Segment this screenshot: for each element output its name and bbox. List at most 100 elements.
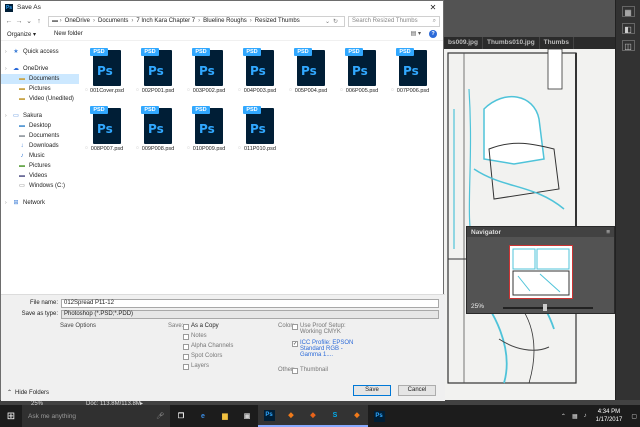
edge-icon[interactable]: e <box>192 405 214 427</box>
photoshop-app-icon: Ps <box>5 3 13 12</box>
sync-status-icon: ◌ <box>85 87 88 93</box>
file-item[interactable]: PSD Ps ◌ 004P003.psd <box>236 48 284 102</box>
app-ps2-icon[interactable]: Ps <box>368 405 390 427</box>
file-item[interactable]: PSD Ps ◌ 007P006.psd <box>389 48 437 102</box>
icc-profile-checkbox[interactable]: ✓ ICC Profile: EPSON Standard RGB - Gamma 1… <box>292 340 353 358</box>
help-icon[interactable]: ? <box>429 30 437 38</box>
file-item[interactable]: PSD Ps ◌ 005P004.psd <box>287 48 335 102</box>
expand-chevron-icon[interactable]: › <box>5 113 12 119</box>
back-arrow-icon[interactable]: ← <box>4 18 14 25</box>
nav-item[interactable]: ▬ Pictures <box>1 161 79 171</box>
forward-arrow-icon[interactable]: → <box>14 18 24 25</box>
zoom-slider-handle[interactable] <box>543 304 547 311</box>
photoshop-icon[interactable]: Ps <box>258 405 280 427</box>
expand-chevron-icon[interactable]: › <box>5 66 12 72</box>
nav-item[interactable]: ▬ Documents <box>1 131 79 141</box>
breadcrumb-item[interactable]: 7 Inch Kara Chapter 7 <box>136 18 195 24</box>
expand-chevron-icon[interactable]: › <box>5 200 12 206</box>
taskbar-clock[interactable]: 4:34 PM 1/17/2017 <box>596 408 623 424</box>
document-canvas[interactable] <box>444 49 615 400</box>
nav-item[interactable]: ↓ Downloads <box>1 141 79 151</box>
windows-start-icon[interactable]: ⊞ <box>0 405 22 427</box>
nav-item[interactable]: ▬ Pictures <box>1 84 79 94</box>
nav-item[interactable]: ▬ Video (Unedited) <box>1 94 79 104</box>
save-type-select[interactable]: Photoshop (*.PSD;*.PDD) <box>61 309 439 319</box>
app-orange3-icon[interactable]: ◆ <box>346 405 368 427</box>
expand-chevron-icon[interactable]: › <box>5 49 12 55</box>
cancel-button[interactable]: Cancel <box>398 385 436 396</box>
file-item[interactable]: PSD Ps ◌ 011P010.psd <box>236 106 284 160</box>
store-icon[interactable]: ▣ <box>236 405 258 427</box>
thumbnail-checkbox[interactable]: Thumbnail <box>292 367 328 374</box>
alpha-channels-checkbox[interactable]: Alpha Channels <box>183 343 233 350</box>
file-item[interactable]: PSD Ps ◌ 001Cover.psd <box>83 48 131 102</box>
layers-icon[interactable]: ◧ <box>621 23 635 34</box>
notes-checkbox[interactable]: Notes <box>183 333 207 340</box>
network-icon[interactable]: ▦ <box>572 413 578 420</box>
address-bar[interactable]: ▬ › OneDrive › Documents › 7 Inch Kara Cha… <box>48 15 345 27</box>
nav-item[interactable]: › ▭ Sakura <box>1 111 79 121</box>
use-proof-checkbox[interactable]: Use Proof Setup: Working CMYK <box>292 323 346 335</box>
navigator-zoom[interactable]: 25% <box>471 303 484 310</box>
file-explorer-icon[interactable]: ▆ <box>214 405 236 427</box>
app-orange2-icon[interactable]: ◆ <box>302 405 324 427</box>
channels-icon[interactable]: ◫ <box>621 40 635 51</box>
nav-item-label: Downloads <box>29 143 59 149</box>
volume-icon[interactable]: ♪ <box>584 413 587 419</box>
recent-chevron-icon[interactable]: ⌄ <box>24 17 34 25</box>
breadcrumb-item[interactable]: Documents <box>98 18 128 24</box>
windows-taskbar: ⊞ Ask me anything 🎤︎ ❐ e ▆ ▣ Ps ◆ ◆ S ◆ Ps ⌃ ▦ ♪ … <box>0 405 640 427</box>
document-tab[interactable]: Thumbs010.jpg <box>483 37 540 49</box>
task-view-icon[interactable]: ❐ <box>170 405 192 427</box>
nav-item[interactable]: › ⊞ Network <box>1 198 79 208</box>
search-input[interactable]: Search Resized Thumbs ⌕ <box>348 15 440 27</box>
document-tab[interactable]: Thumbs <box>540 37 574 49</box>
breadcrumb-item[interactable]: Resized Thumbs <box>255 18 300 24</box>
file-name: 004P003.psd <box>243 88 277 94</box>
dropdown-chevron-icon[interactable]: ⌄ <box>325 18 330 25</box>
grid-icon[interactable]: ▦ <box>621 6 635 17</box>
save-button[interactable]: Save <box>353 385 391 396</box>
microphone-icon[interactable]: 🎤︎ <box>156 412 164 420</box>
nav-item[interactable]: › ★ Quick access <box>1 47 79 57</box>
view-options-icon[interactable]: ▤ ▾ <box>411 30 421 38</box>
zoom-slider[interactable] <box>503 307 593 309</box>
nav-item[interactable]: ▬ Documents <box>1 74 79 84</box>
nav-item[interactable]: ♪ Music <box>1 151 79 161</box>
refresh-icon[interactable]: ↻ <box>333 18 338 25</box>
spot-colors-checkbox[interactable]: Spot Colors <box>183 353 222 360</box>
nav-item[interactable]: ▬ Desktop <box>1 121 79 131</box>
navigator-preview[interactable] <box>509 245 573 299</box>
breadcrumb-item[interactable]: Blueline Roughs <box>203 18 247 24</box>
as-copy-checkbox[interactable]: As a Copy <box>183 323 219 330</box>
up-arrow-icon[interactable]: ↑ <box>34 18 44 25</box>
file-item[interactable]: PSD Ps ◌ 009P008.psd <box>134 106 182 160</box>
file-item[interactable]: PSD Ps ◌ 003P002.psd <box>185 48 233 102</box>
psd-file-icon: PSD Ps <box>90 48 121 86</box>
tray-chevron-icon[interactable]: ⌃ <box>561 413 566 420</box>
new-folder-button[interactable]: New folder <box>54 31 83 37</box>
layers-checkbox[interactable]: Layers <box>183 363 209 370</box>
file-item[interactable]: PSD Ps ◌ 002P001.psd <box>134 48 182 102</box>
cortana-search-text: Ask me anything <box>28 412 77 420</box>
hide-folders-toggle[interactable]: ⌃ Hide Folders <box>7 389 49 397</box>
breadcrumb-item[interactable]: OneDrive <box>65 18 90 24</box>
file-name: 001Cover.psd <box>90 88 124 94</box>
document-tab[interactable]: bs009.jpg <box>444 37 483 49</box>
organize-button[interactable]: Organize ▾ <box>7 31 36 38</box>
nav-item[interactable]: › ☁ OneDrive <box>1 64 79 74</box>
file-item[interactable]: PSD Ps ◌ 008P007.psd <box>83 106 131 160</box>
close-icon[interactable]: ✕ <box>423 3 443 12</box>
cortana-search-box[interactable]: Ask me anything 🎤︎ <box>22 405 170 427</box>
notifications-icon[interactable]: ▢ <box>631 413 637 420</box>
file-item[interactable]: PSD Ps ◌ 006P005.psd <box>338 48 386 102</box>
file-name-input[interactable]: 012Spread P11-12 <box>61 298 439 308</box>
file-item[interactable]: PSD Ps ◌ 010P009.psd <box>185 106 233 160</box>
folder-icon: ▬ <box>19 95 25 102</box>
search-icon: ⌕ <box>432 17 436 24</box>
panel-menu-icon[interactable]: ≡ <box>606 229 610 236</box>
app-orange-icon[interactable]: ◆ <box>280 405 302 427</box>
nav-item[interactable]: ▭ Windows (C:) <box>1 181 79 191</box>
skype-icon[interactable]: S <box>324 405 346 427</box>
nav-item[interactable]: ▬ Videos <box>1 171 79 181</box>
